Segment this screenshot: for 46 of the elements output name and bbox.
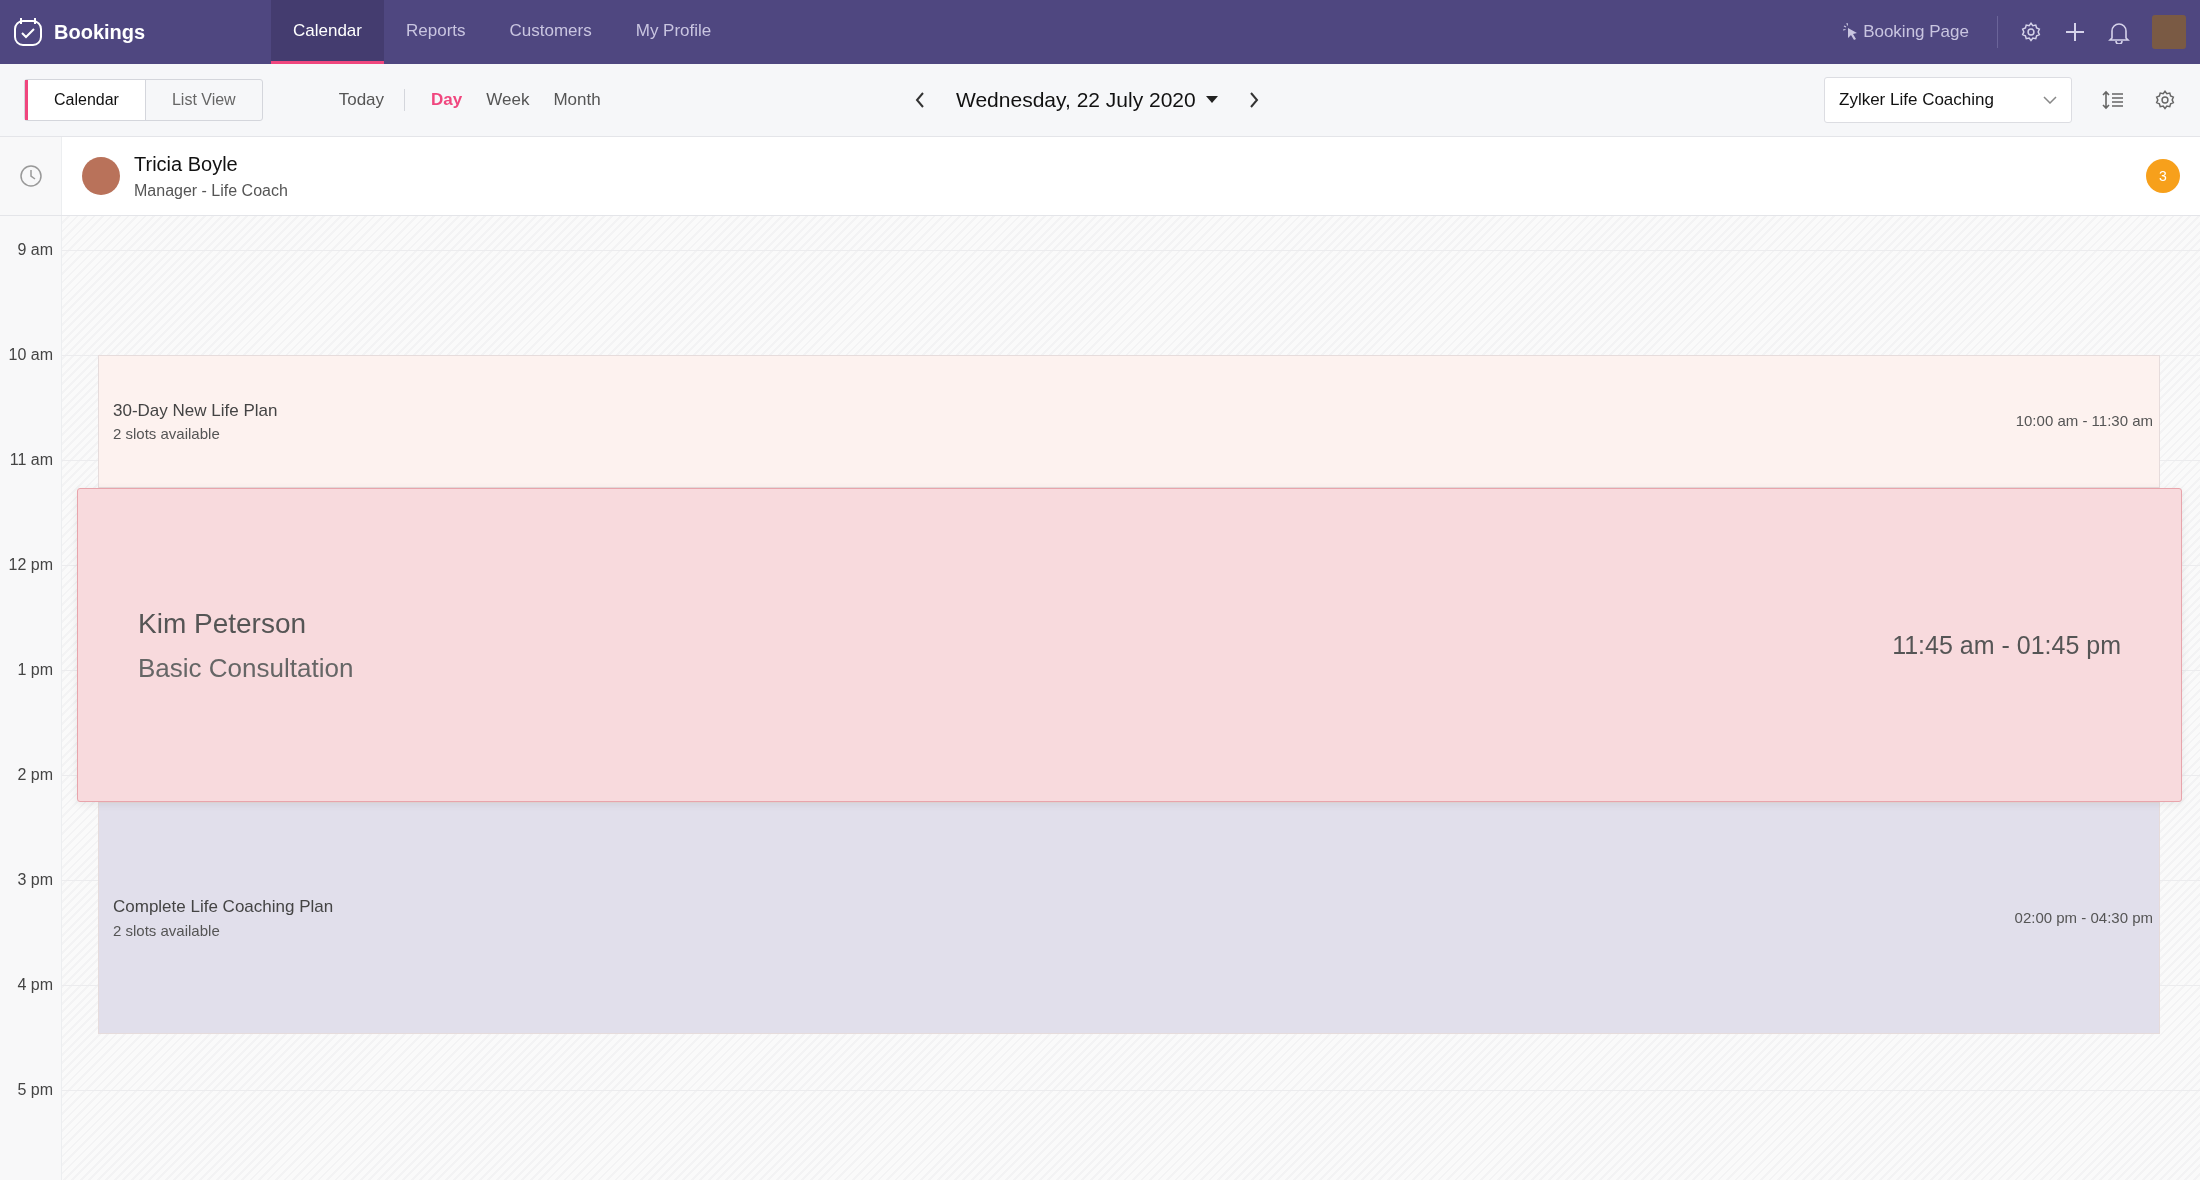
- slot-title: 30-Day New Life Plan: [113, 399, 278, 422]
- hour-label: 11 am: [9, 450, 53, 470]
- add-icon[interactable]: [2064, 21, 2086, 43]
- today-button[interactable]: Today: [332, 86, 391, 114]
- settings-icon[interactable]: [2154, 89, 2176, 111]
- availability-slot[interactable]: Complete Life Coaching Plan 2 slots available 02:00 pm - 04:30 pm: [98, 802, 2160, 1035]
- time-range: 11:45 am - 01:45 pm: [1892, 629, 2121, 661]
- caret-icon: [1205, 96, 1218, 104]
- hour-label: 5 pm: [17, 1080, 53, 1100]
- hour-label: 2 pm: [17, 765, 53, 785]
- view-toggle[interactable]: Calendar: [25, 80, 145, 120]
- staff-role: Manager - Life Coach: [134, 181, 288, 201]
- hour-label: 1 pm: [17, 660, 53, 680]
- slot-availability: 2 slots available: [113, 424, 221, 445]
- hour-label: 12 pm: [8, 555, 53, 575]
- count-badge: 3: [2146, 159, 2180, 193]
- hour-label: 10 am: [8, 345, 53, 365]
- nav-tab[interactable]: Calendar: [271, 0, 384, 64]
- app-name: Bookings: [54, 20, 146, 45]
- nav-tab[interactable]: My Profile: [613, 0, 734, 64]
- staff-name: Tricia Boyle: [134, 152, 239, 177]
- range-tab[interactable]: Week: [474, 87, 542, 113]
- time-range: 10:00 am - 11:30 am: [2015, 411, 2153, 432]
- customer-name: Kim Peterson: [138, 606, 308, 641]
- booking-card[interactable]: Kim Peterson Basic Consultation 11:45 am - 01:45 pm: [77, 488, 2182, 803]
- time-range: 02:00 pm - 04:30 pm: [2014, 908, 2153, 929]
- calendar-check-logo-icon: [12, 16, 44, 48]
- workspace-dropdown[interactable]: Zylker Life Coaching: [1824, 77, 2072, 123]
- slot-title: Complete Life Coaching Plan: [113, 896, 334, 919]
- nav-tab[interactable]: Reports: [384, 0, 488, 64]
- staff-avatar: [82, 157, 120, 195]
- date-picker[interactable]: Wednesday, 22 July 2020: [950, 83, 1224, 117]
- range-tab[interactable]: Month: [541, 87, 613, 113]
- hour-label: 9 am: [17, 240, 53, 260]
- service-name: Basic Consultation: [138, 651, 354, 685]
- clock-icon[interactable]: [18, 164, 43, 188]
- nav-tab[interactable]: Customers: [487, 0, 614, 64]
- chevron-down-icon: [2043, 96, 2057, 104]
- booking-page-link[interactable]: Booking Page: [1837, 18, 1975, 46]
- hour-label: 4 pm: [17, 975, 53, 995]
- notification-bell-icon[interactable]: [2108, 20, 2130, 44]
- availability-slot[interactable]: 30-Day New Life Plan 2 slots available 10:00 am - 11:30 am: [98, 355, 2160, 489]
- slot-availability: 2 slots available: [113, 920, 221, 941]
- view-toggle[interactable]: List View: [144, 80, 262, 120]
- hour-label: 3 pm: [17, 870, 53, 890]
- sort-list-icon[interactable]: [2102, 90, 2124, 110]
